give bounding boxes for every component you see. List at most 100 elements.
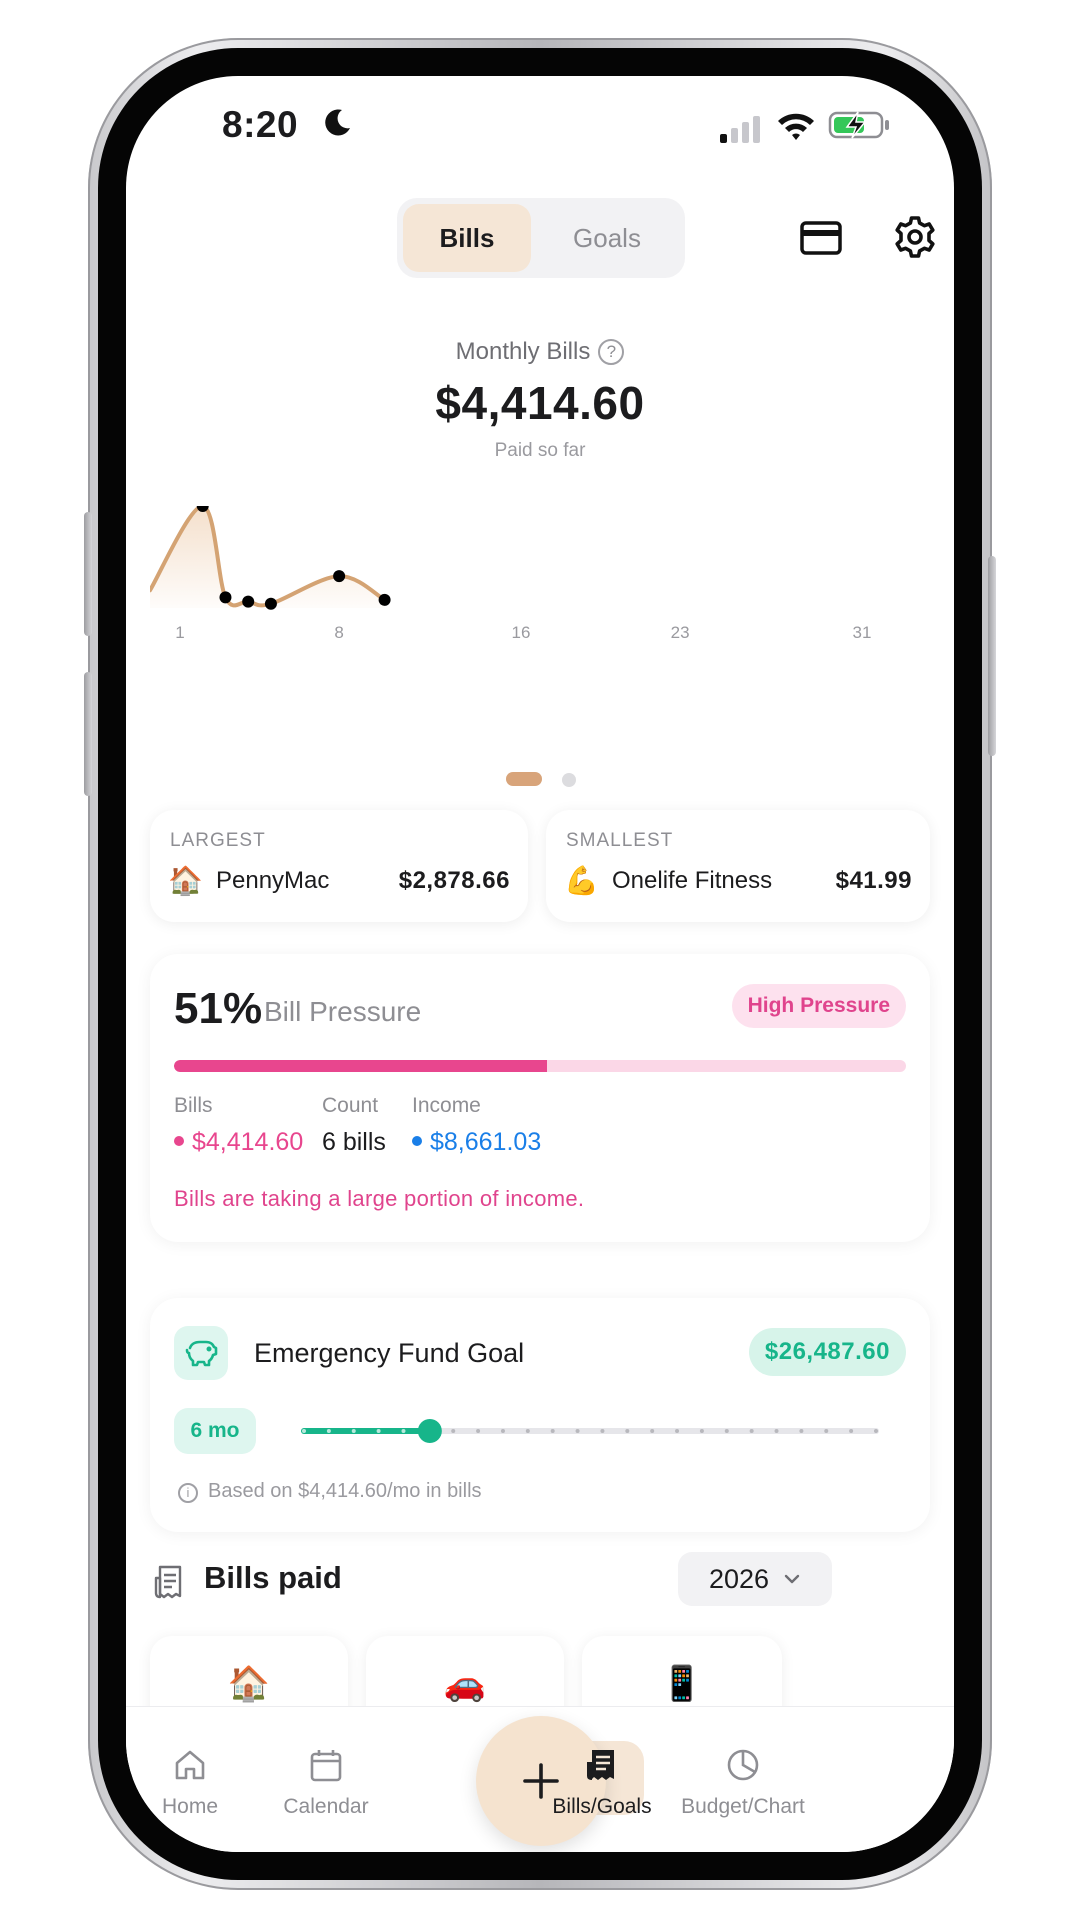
app-screen: 8:20 Bills Goals Monthly Bills ? $4,414.… [126,76,954,1852]
income-dot-icon [412,1136,422,1146]
monthly-bills-label: Monthly Bills? [126,338,954,366]
piggy-bank-icon [185,1340,218,1367]
battery-charging-icon [828,111,889,139]
emergency-fund-card: Emergency Fund Goal $26,487.60 6 mo i Bas… [150,1298,930,1532]
slider-tick [849,1429,854,1433]
tab-calendar[interactable]: Calendar [256,1747,396,1819]
pressure-progress-fill [174,1060,548,1072]
largest-label: LARGEST [170,830,266,851]
volume-down-button [84,672,92,796]
income-stat-value: $8,661.03 [412,1128,541,1157]
chart-point[interactable] [378,593,391,606]
chart-point[interactable] [242,595,255,608]
bill-pressure-title: Bill Pressure [264,996,422,1027]
slider-tick [874,1429,878,1433]
count-stat-value: 6 bills [322,1128,386,1156]
bills-dot-icon [174,1136,184,1146]
segment-goals[interactable]: Goals [537,204,677,272]
volume-up-button [84,512,92,636]
smallest-label: SMALLEST [566,830,674,851]
chart-point[interactable] [264,597,277,610]
slider-tick [600,1429,605,1433]
x-tick-label: 1 [175,623,184,642]
receipt-icon [587,1750,614,1780]
slider-tick [476,1429,481,1433]
slider-tick [302,1429,306,1433]
slider-tick [824,1429,829,1433]
monthly-bills-text: Monthly Bills [455,338,591,365]
income-stat-label: Income [412,1094,481,1117]
slider-tick [650,1429,655,1433]
largest-bill-name: PennyMac [216,866,330,894]
pie-chart-icon [727,1749,759,1781]
phone-icon: 📱 [660,1665,704,1703]
bills-stat-label: Bills [174,1094,213,1117]
emergency-fund-note-text: Based on $4,414.60/mo in bills [208,1480,482,1502]
bills-paid-title: Bills paid [204,1560,342,1595]
moon-icon [325,109,350,136]
cellular-signal-icon [720,116,760,143]
pressure-status-badge: High Pressure [731,984,906,1028]
house-icon: 🏠 [168,865,203,896]
largest-bill-card[interactable]: LARGEST 🏠 PennyMac $2,878.66 [150,810,528,922]
tab-budget-chart[interactable]: Budget/Chart [668,1747,818,1819]
wifi-icon [778,113,814,140]
calendar-icon [310,1750,342,1782]
bills-goals-segment: Bills Goals [397,198,685,278]
slider-thumb[interactable] [417,1419,442,1443]
chevron-down-icon [784,1574,800,1584]
slider-tick [675,1429,680,1433]
months-slider[interactable] [300,1411,888,1451]
x-tick-label: 31 [853,623,872,642]
bill-pressure-card: 51% Bill Pressure High Pressure Bills $4… [150,954,930,1242]
power-button [988,556,996,756]
slider-tick [575,1429,580,1433]
pager-dot[interactable] [562,773,576,787]
pager-dot-active[interactable] [506,772,542,786]
smallest-bill-card[interactable]: SMALLEST 💪 Onelife Fitness $41.99 [546,810,930,922]
tab-home[interactable]: Home [126,1747,260,1819]
tab-home-label: Home [161,1795,219,1818]
slider-tick [625,1429,630,1433]
monthly-bills-amount: $4,414.60 [435,377,645,429]
year-value: 2026 [708,1563,770,1594]
help-icon[interactable]: ? [598,339,625,365]
x-tick-label: 16 [512,623,531,642]
segment-bills[interactable]: Bills [403,204,531,272]
months-badge: 6 mo [174,1408,256,1454]
slider-tick [724,1429,729,1433]
emergency-fund-amount-badge: $26,487.60 [748,1328,906,1376]
chart-point[interactable] [333,570,346,583]
daily-bills-chart: 1 8 16 23 31 [150,506,872,642]
receipt-icon [154,1565,182,1599]
gear-icon[interactable] [892,214,938,260]
device-stage: 8:20 Bills Goals Monthly Bills ? $4,414.… [0,0,1080,1920]
status-time: 8:20 [222,104,299,145]
slider-tick [799,1429,804,1433]
paid-so-far-label: Paid so far [494,440,586,461]
emergency-fund-note: i Based on $4,414.60/mo in bills [178,1480,482,1503]
smallest-bill-name: Onelife Fitness [612,866,773,894]
slider-tick [326,1429,331,1433]
slider-tick [774,1429,779,1433]
home-icon [175,1750,205,1780]
tab-bills-goals-label: Bills/Goals [552,1795,652,1818]
pressure-progress-bar [174,1060,906,1072]
x-tick-label: 23 [671,623,690,642]
year-select[interactable]: 2026 [678,1552,832,1606]
smallest-bill-amount: $41.99 [835,866,912,894]
info-icon: i [178,1483,198,1503]
bill-pressure-percent: 51% [174,984,263,1033]
flexed-biceps-icon: 💪 [564,865,599,896]
tab-calendar-label: Calendar [283,1795,369,1818]
slider-tick [525,1429,530,1433]
chart-point[interactable] [219,591,232,604]
slider-tick [401,1429,406,1433]
bills-stat-amount: $4,414.60 [192,1128,304,1156]
car-icon: 🚗 [443,1665,487,1703]
credit-card-icon[interactable] [800,220,842,256]
income-stat-amount: $8,661.03 [430,1128,542,1156]
house-icon: 🏠 [227,1665,271,1703]
slider-tick [699,1429,704,1433]
slider-tick [749,1429,754,1433]
